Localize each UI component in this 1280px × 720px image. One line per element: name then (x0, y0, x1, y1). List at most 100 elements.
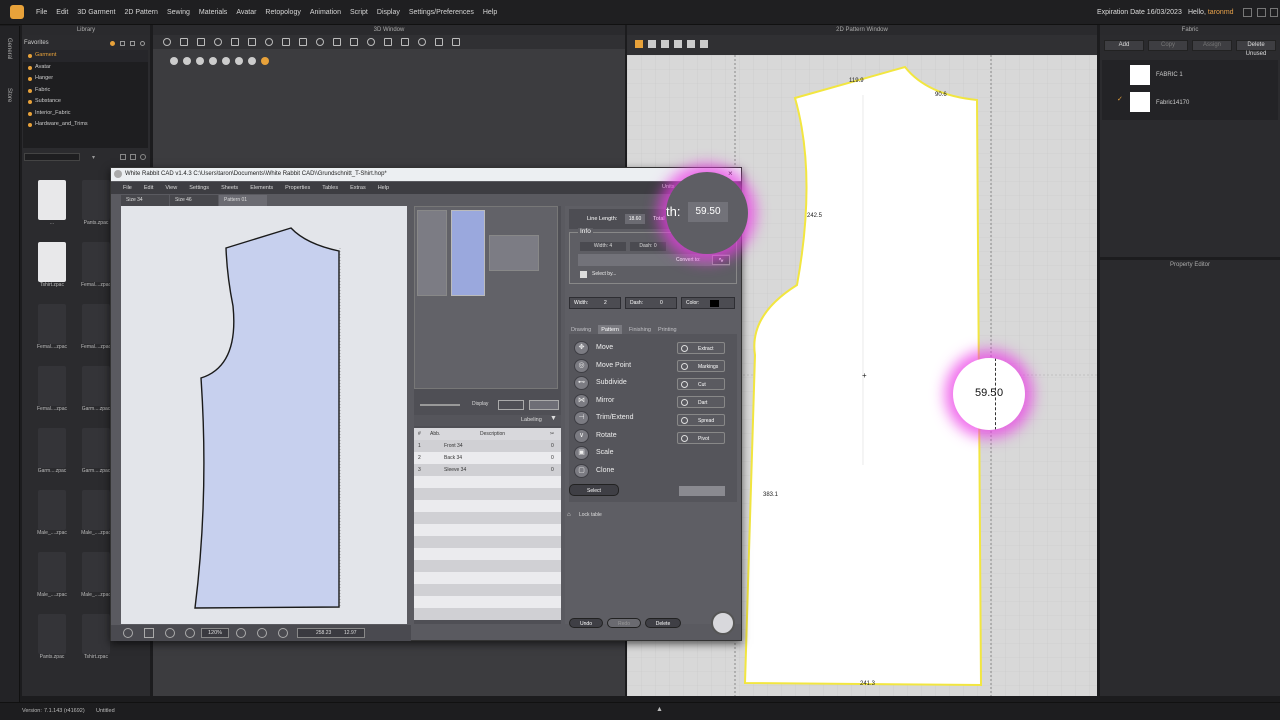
avatar-tool-icon[interactable] (170, 57, 178, 65)
select-button[interactable]: Select (569, 484, 619, 496)
display-mode-button[interactable] (529, 400, 559, 410)
wr-pattern-piece[interactable] (194, 227, 340, 609)
table-row[interactable]: 1 Front 34 0 (414, 440, 561, 452)
table-row[interactable] (414, 524, 561, 536)
wr-menu-item[interactable]: Settings (189, 182, 209, 194)
width-select[interactable]: Width: 2 (569, 297, 621, 309)
wr-menu-item[interactable]: Edit (144, 182, 153, 194)
add-icon[interactable] (120, 41, 125, 46)
display-slider[interactable] (420, 404, 460, 406)
library-search-input[interactable] (24, 153, 80, 161)
redo-button[interactable]: Redo (607, 618, 641, 628)
toolbar-tool-icon[interactable] (299, 38, 307, 46)
chevron-up-icon[interactable]: ▲ (656, 706, 663, 713)
wr-menu-item[interactable]: Sheets (221, 182, 238, 194)
2d-tool-icon[interactable] (700, 40, 708, 48)
tool-button[interactable]: Spread (677, 414, 725, 426)
toolbar-tool-icon[interactable] (452, 38, 460, 46)
rabbit-icon[interactable] (711, 611, 735, 635)
table-row[interactable] (414, 536, 561, 548)
table-row[interactable]: 3 Sleeve 34 0 (414, 464, 561, 476)
menu-item[interactable]: Avatar (236, 0, 256, 25)
wr-size-tab[interactable]: Pattern 01 (219, 195, 267, 206)
grid-view-icon[interactable] (130, 154, 136, 160)
wr-menu-item[interactable]: Elements (250, 182, 273, 194)
list-view-icon[interactable] (120, 154, 126, 160)
refresh-icon[interactable] (140, 154, 146, 160)
table-row[interactable]: 2 Back 34 0 (414, 452, 561, 464)
library-item[interactable]: ... (30, 180, 74, 226)
tool-button[interactable]: ⋈ Mirror (569, 392, 669, 410)
tool-button[interactable]: Pivot (677, 432, 725, 444)
wr-menu-item[interactable]: Tables (322, 182, 338, 194)
menu-item[interactable]: File (36, 0, 47, 25)
toolbar-tool-icon[interactable] (214, 38, 222, 46)
minimize-icon[interactable] (1243, 8, 1252, 17)
side-tab-store[interactable]: Store (6, 88, 12, 102)
avatar-tool-icon[interactable] (261, 57, 269, 65)
tool-button[interactable]: ⊣ Trim/Extend (569, 409, 669, 427)
favorite-item[interactable]: Fabric (23, 85, 148, 97)
toolbar-tool-icon[interactable] (401, 38, 409, 46)
avatar-tool-icon[interactable] (222, 57, 230, 65)
favorite-item[interactable]: Hanger (23, 73, 148, 85)
move-canvas-icon[interactable] (144, 628, 154, 638)
fabric-button[interactable]: Assign (1192, 40, 1232, 51)
table-row[interactable] (414, 596, 561, 608)
toolbar-tool-icon[interactable] (163, 38, 171, 46)
favorite-item[interactable]: Substance (23, 96, 148, 108)
menu-item[interactable]: Help (483, 0, 497, 25)
wr-size-tab[interactable]: Size 34 (121, 195, 169, 206)
color-select[interactable]: Color: (681, 297, 735, 309)
toolbar-tool-icon[interactable] (367, 38, 375, 46)
library-item[interactable]: Garm....zpac (30, 428, 74, 474)
thumbnail-back[interactable] (451, 210, 485, 296)
2d-tool-icon[interactable] (661, 40, 669, 48)
toolbar-tool-icon[interactable] (333, 38, 341, 46)
delete-button[interactable]: Delete (645, 618, 681, 628)
menu-item[interactable]: Animation (310, 0, 341, 25)
maximize-icon[interactable] (1257, 8, 1266, 17)
tool-button[interactable]: ⊷ Subdivide (569, 374, 669, 392)
star-icon[interactable] (110, 41, 115, 46)
library-item[interactable]: Pants.zpac (30, 614, 74, 660)
menu-item[interactable]: Script (350, 0, 368, 25)
avatar-tool-icon[interactable] (209, 57, 217, 65)
favorite-item[interactable]: Interior_Fabric (23, 108, 148, 120)
wr-menu-item[interactable]: Help (378, 182, 389, 194)
scissors-icon[interactable]: ✂ (550, 428, 554, 440)
favorite-item[interactable]: Garment (23, 50, 148, 62)
favorite-item[interactable]: Avatar (23, 62, 148, 74)
lock-icon[interactable]: ⌂ (567, 512, 571, 518)
toolbar-tool-icon[interactable] (316, 38, 324, 46)
zoom-window-icon[interactable] (257, 628, 267, 638)
zoom-fit-icon[interactable] (165, 628, 175, 638)
close-icon[interactable]: × (728, 169, 733, 178)
table-row[interactable] (414, 560, 561, 572)
wr-pattern-canvas[interactable] (121, 206, 407, 624)
tool-button[interactable]: Markings (677, 360, 725, 372)
thumbnail-front[interactable] (417, 210, 447, 296)
menu-item[interactable]: Settings/Preferences (409, 0, 474, 25)
avatar-tool-icon[interactable] (248, 57, 256, 65)
favorite-item[interactable]: Hardware_and_Trims (23, 119, 148, 131)
dash-select[interactable]: Dash: 0 (625, 297, 677, 309)
fabric-button[interactable]: Copy (1148, 40, 1188, 51)
table-row[interactable] (414, 476, 561, 488)
hand-icon[interactable] (123, 628, 133, 638)
fabric-swatch[interactable] (1130, 65, 1150, 85)
zoom-out-icon[interactable] (185, 628, 195, 638)
tool-button[interactable]: Extract (677, 342, 725, 354)
menu-item[interactable]: 3D Garment (77, 0, 115, 25)
undo-button[interactable]: Undo (569, 618, 603, 628)
toolbar-tool-icon[interactable] (384, 38, 392, 46)
2d-tool-icon[interactable] (687, 40, 695, 48)
chevron-down-icon[interactable]: ▾ (92, 154, 95, 161)
thumbnail-sleeve[interactable] (489, 235, 539, 271)
tool-button[interactable]: ◎ Move Point (569, 357, 669, 375)
table-row[interactable] (414, 548, 561, 560)
wr-menu-item[interactable]: Properties (285, 182, 310, 194)
2d-tool-icon[interactable] (648, 40, 656, 48)
tool-subtab[interactable]: Drawing (571, 327, 591, 333)
library-item[interactable]: Femal....zpac (30, 304, 74, 350)
